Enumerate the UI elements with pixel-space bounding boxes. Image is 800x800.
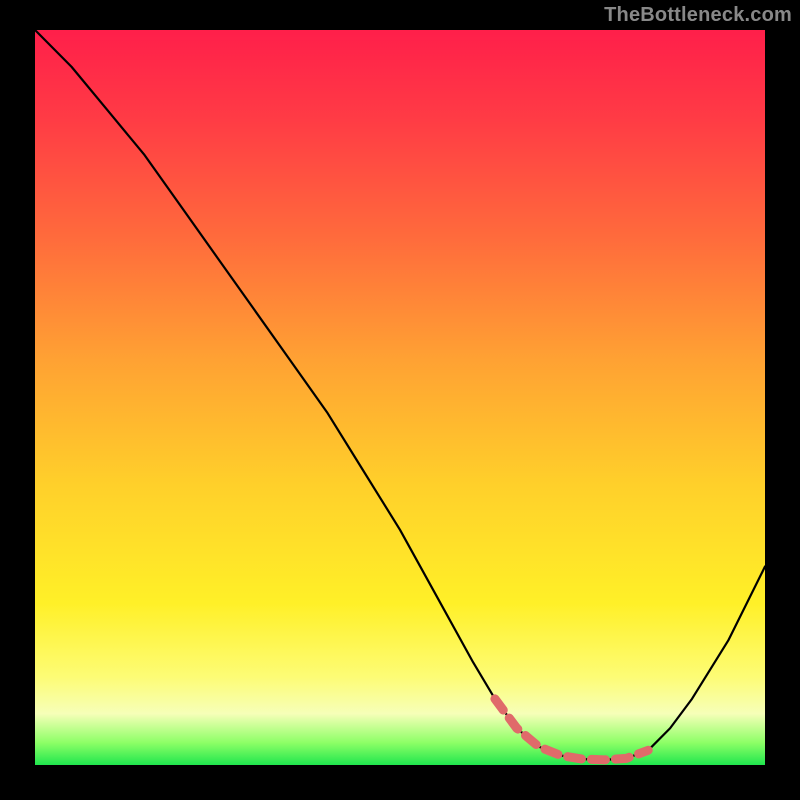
watermark-text: TheBottleneck.com bbox=[604, 4, 792, 27]
highlight-minimum bbox=[495, 699, 648, 760]
chart-frame: TheBottleneck.com bbox=[0, 0, 800, 800]
chart-svg bbox=[35, 30, 765, 765]
bottleneck-curve bbox=[35, 30, 765, 760]
plot-area bbox=[35, 30, 765, 765]
